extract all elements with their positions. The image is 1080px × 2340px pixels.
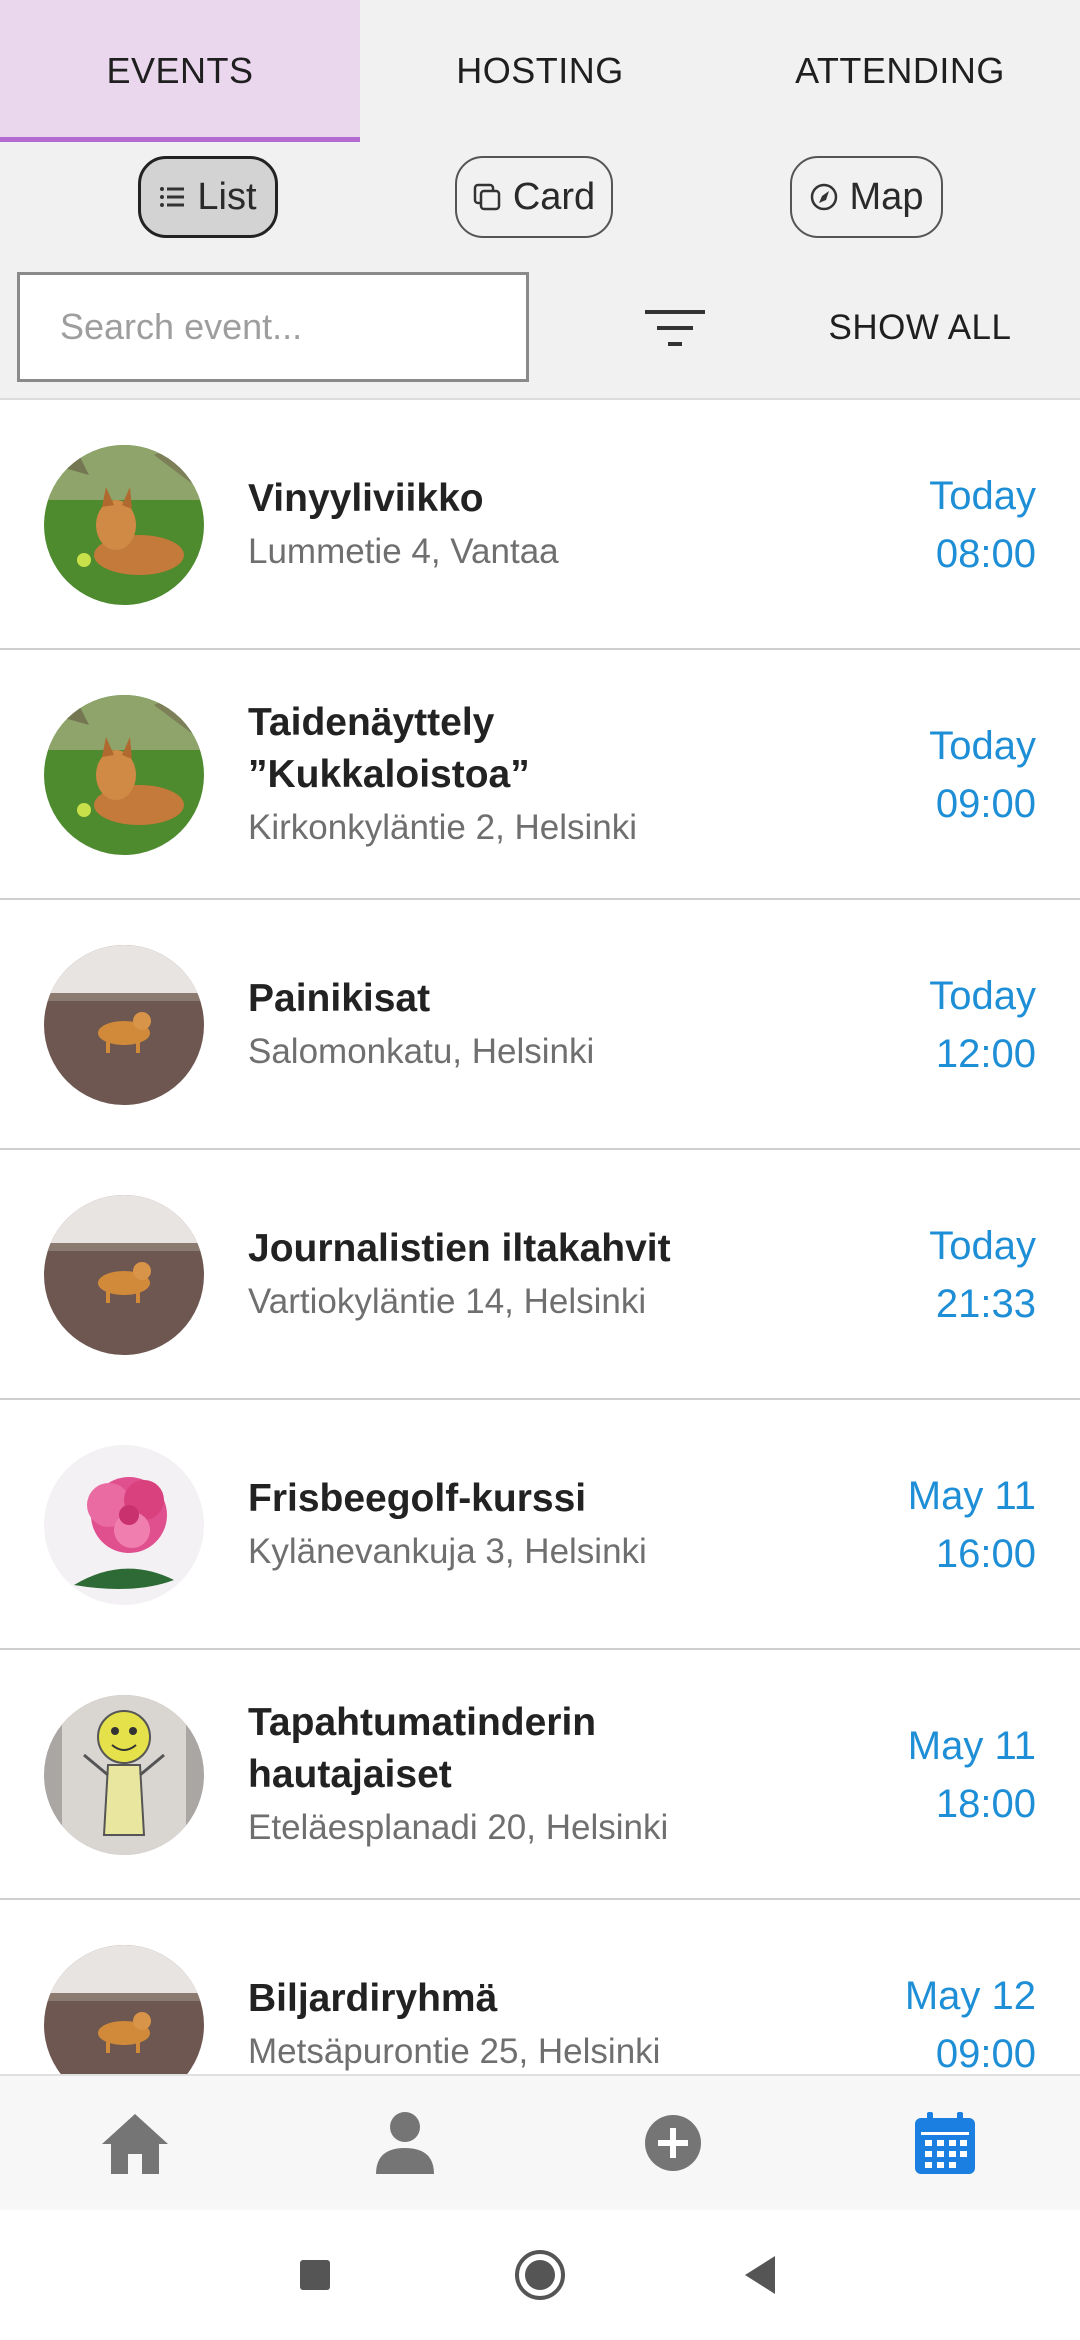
event-title: Tapahtumatinderin hautajaiset [248, 1701, 597, 1796]
event-day: May 12 [904, 1974, 1036, 2018]
profile-icon [376, 2112, 434, 2174]
nav-add-button[interactable] [628, 2098, 718, 2188]
event-address: Lummetie 4, Vantaa [248, 532, 559, 571]
event-datetime: May 11 16:00 [908, 1400, 1036, 1650]
event-day: Today [929, 974, 1036, 1018]
event-datetime: May 11 18:00 [908, 1650, 1036, 1900]
list-view-button[interactable]: List [138, 156, 278, 238]
event-image-dog [44, 445, 204, 605]
list-icon [159, 186, 185, 208]
circle-icon [515, 2250, 565, 2300]
event-info: Frisbeegolf-kurssi Kylänevankuja 3, Hels… [248, 1400, 768, 1650]
event-image-dog [44, 945, 204, 1105]
event-row[interactable]: Painikisat Salomonkatu, Helsinki Today 1… [0, 900, 1080, 1150]
event-info: Biljardiryhmä Metsäpurontie 25, Helsinki [248, 1900, 768, 2074]
back-triangle-icon [745, 2256, 775, 2294]
event-title: Vinyyliviikko [248, 477, 484, 520]
event-row[interactable]: Tapahtumatinderin hautajaiset Eteläespla… [0, 1650, 1080, 1900]
square-icon [300, 2260, 330, 2290]
map-view-button[interactable]: Map [790, 156, 943, 238]
event-image-drawing [44, 1695, 204, 1855]
map-view-label: Map [849, 175, 924, 218]
event-title: Painikisat [248, 977, 431, 1020]
event-address: Vartiokyläntie 14, Helsinki [248, 1282, 647, 1321]
event-time: 16:00 [935, 1532, 1036, 1576]
filter-icon [645, 310, 705, 346]
tab-hosting[interactable]: HOSTING [360, 0, 720, 142]
event-time: 09:00 [935, 782, 1036, 826]
event-time: 12:00 [935, 1032, 1036, 1076]
add-icon [645, 2115, 701, 2171]
event-row[interactable]: Frisbeegolf-kurssi Kylänevankuja 3, Hels… [0, 1400, 1080, 1650]
recent-apps-button[interactable] [280, 2240, 350, 2310]
home-icon [102, 2114, 168, 2174]
event-row[interactable]: Journalistien iltakahvit Vartiokyläntie … [0, 1150, 1080, 1400]
event-info: Taidenäyttely ”Kukkaloistoa” Kirkonkylän… [248, 650, 768, 900]
system-back-button[interactable] [725, 2240, 795, 2310]
list-view-label: List [197, 175, 257, 218]
event-image-flower [44, 1445, 204, 1605]
event-day: Today [929, 474, 1036, 518]
event-row[interactable]: Taidenäyttely ”Kukkaloistoa” Kirkonkylän… [0, 650, 1080, 900]
card-view-button[interactable]: Card [455, 156, 613, 238]
event-address: Kirkonkyläntie 2, Helsinki [248, 808, 638, 847]
event-info: Painikisat Salomonkatu, Helsinki [248, 900, 768, 1150]
event-day: May 11 [907, 1474, 1036, 1518]
search-box [17, 272, 529, 382]
event-info: Tapahtumatinderin hautajaiset Eteläespla… [248, 1650, 768, 1900]
event-day: May 11 [907, 1724, 1036, 1768]
event-image-dog [44, 1195, 204, 1355]
event-datetime: Today 12:00 [929, 900, 1036, 1150]
event-image-dog [44, 1945, 204, 2074]
nav-home-button[interactable] [90, 2098, 180, 2188]
map-icon [810, 183, 838, 211]
bottom-navigation [0, 2074, 1080, 2212]
event-title: Frisbeegolf-kurssi [248, 1477, 587, 1520]
nav-calendar-button[interactable] [900, 2098, 990, 2188]
event-image-dog [44, 695, 204, 855]
event-datetime: Today 08:00 [929, 400, 1036, 650]
event-address: Salomonkatu, Helsinki [248, 1032, 595, 1071]
event-title: Taidenäyttely ”Kukkaloistoa” [248, 701, 530, 796]
search-input[interactable] [20, 275, 526, 379]
event-info: Journalistien iltakahvit Vartiokyläntie … [248, 1150, 768, 1400]
show-all-button[interactable]: SHOW ALL [800, 266, 1040, 390]
event-time: 08:00 [935, 532, 1036, 576]
event-address: Kylänevankuja 3, Helsinki [248, 1532, 647, 1571]
event-address: Metsäpurontie 25, Helsinki [248, 2032, 661, 2071]
event-time: 18:00 [935, 1782, 1036, 1826]
calendar-icon [915, 2112, 975, 2174]
event-info: Vinyyliviikko Lummetie 4, Vantaa [248, 400, 768, 650]
event-datetime: Today 09:00 [929, 650, 1036, 900]
nav-profile-button[interactable] [360, 2098, 450, 2188]
event-title: Journalistien iltakahvit [248, 1227, 671, 1270]
event-time: 09:00 [935, 2032, 1036, 2074]
tab-attending[interactable]: ATTENDING [720, 0, 1080, 142]
event-day: Today [929, 1224, 1036, 1268]
event-datetime: May 12 09:00 [905, 1900, 1036, 2074]
event-address: Eteläesplanadi 20, Helsinki [248, 1808, 669, 1847]
search-row: SHOW ALL [0, 266, 1080, 400]
card-icon [473, 183, 501, 211]
tab-events[interactable]: EVENTS [0, 0, 360, 142]
event-datetime: Today 21:33 [929, 1150, 1036, 1400]
card-view-label: Card [512, 175, 596, 218]
view-toggle-bar: List Card Map [0, 142, 1080, 266]
event-list: Vinyyliviikko Lummetie 4, Vantaa Today 0… [0, 400, 1080, 2074]
event-row[interactable]: Biljardiryhmä Metsäpurontie 25, Helsinki… [0, 1900, 1080, 2074]
system-navigation-bar [0, 2210, 1080, 2340]
event-row[interactable]: Vinyyliviikko Lummetie 4, Vantaa Today 0… [0, 400, 1080, 650]
event-time: 21:33 [935, 1282, 1036, 1326]
filter-button[interactable] [640, 306, 710, 356]
top-tabs: EVENTS HOSTING ATTENDING [0, 0, 1080, 142]
event-title: Biljardiryhmä [248, 1977, 498, 2020]
system-home-button[interactable] [505, 2240, 575, 2310]
event-day: Today [929, 724, 1036, 768]
